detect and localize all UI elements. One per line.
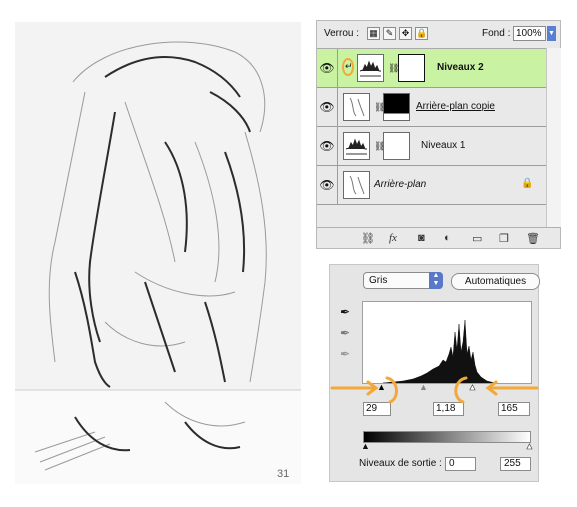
gray-eyedropper-icon[interactable]: ✒ <box>340 326 350 340</box>
white-eyedropper-icon[interactable]: ✒ <box>340 347 350 361</box>
output-white-slider[interactable]: ▲ <box>525 441 535 452</box>
layer-lock-icon: 🔒 <box>521 178 534 189</box>
layer-name[interactable]: Niveaux 1 <box>421 140 465 151</box>
link-layers-icon[interactable]: ⛓ <box>361 232 375 245</box>
layers-toolbar: Verrou : ▦ ✎ ✥ 🔒 Fond : 100% ▼ <box>317 21 560 48</box>
layer-row[interactable]: 👁 ⛓ Niveaux 1 <box>317 127 546 166</box>
layers-scrollbar[interactable] <box>546 48 561 227</box>
output-levels-label: Niveaux de sortie : <box>359 458 442 469</box>
layers-list: 👁 ↵ ⛓ Niveaux 2 👁 ⛓ Arrière-plan copie 👁… <box>317 48 546 228</box>
lock-transparency-icon[interactable]: ▦ <box>367 27 380 40</box>
black-eyedropper-icon[interactable]: ✒ <box>340 305 350 319</box>
mask-thumbnail <box>383 93 410 121</box>
opacity-label: Fond : <box>482 28 511 39</box>
layer-row[interactable]: 👁 ⛓ Arrière-plan copie <box>317 88 546 127</box>
layer-name[interactable]: Arrière-plan copie <box>416 101 495 112</box>
output-black-field[interactable]: 0 <box>445 457 476 471</box>
layer-name[interactable]: Niveaux 2 <box>437 62 484 73</box>
layers-panel: Verrou : ▦ ✎ ✥ 🔒 Fond : 100% ▼ 👁 ↵ ⛓ Niv… <box>316 20 561 249</box>
mask-thumbnail <box>383 132 410 160</box>
visibility-eye-icon[interactable]: 👁 <box>317 127 338 165</box>
lock-label: Verrou : <box>324 28 360 39</box>
layer-row[interactable]: 👁 Arrière-plan 🔒 <box>317 166 546 205</box>
channel-value: Gris <box>369 275 388 286</box>
opacity-dropdown-icon[interactable]: ▼ <box>547 26 556 41</box>
lock-position-icon[interactable]: ✥ <box>399 27 412 40</box>
levels-adjustment-thumbnail <box>357 54 384 82</box>
lock-pixels-icon[interactable]: ✎ <box>383 27 396 40</box>
visibility-eye-icon[interactable]: 👁 <box>317 49 338 87</box>
layer-name[interactable]: Arrière-plan <box>374 179 426 190</box>
output-gradient <box>363 431 531 443</box>
layers-bottom-toolbar: ⛓ fx ◙ ◐ ▭ ❐ 🗑 <box>317 227 560 250</box>
visibility-eye-icon[interactable]: 👁 <box>317 166 338 204</box>
mask-thumbnail <box>398 54 425 82</box>
page-number: 31 <box>277 468 289 480</box>
visibility-eye-icon[interactable]: 👁 <box>317 88 338 126</box>
clipping-arrow-icon: ↵ <box>345 61 353 71</box>
adjustment-layer-icon[interactable]: ◐ <box>444 232 451 244</box>
lock-all-icon[interactable]: 🔒 <box>415 27 428 40</box>
sketch-thumbnail <box>343 93 370 121</box>
new-layer-icon[interactable]: ❐ <box>499 232 509 245</box>
channel-select[interactable]: Gris ▲ ▼ <box>363 272 443 289</box>
levels-adjustment-thumbnail <box>343 132 370 160</box>
trash-icon[interactable]: 🗑 <box>526 232 540 245</box>
layer-style-icon[interactable]: fx <box>389 232 397 244</box>
add-mask-icon[interactable]: ◙ <box>418 232 425 244</box>
auto-button[interactable]: Automatiques <box>451 273 540 290</box>
output-white-field[interactable]: 255 <box>500 457 531 471</box>
annotation-arrows <box>330 376 539 404</box>
sketch-image: 31 <box>15 22 301 484</box>
sketch-thumbnail <box>343 171 370 199</box>
layer-row[interactable]: 👁 ↵ ⛓ Niveaux 2 <box>317 49 546 88</box>
group-folder-icon[interactable]: ▭ <box>472 232 482 245</box>
updown-arrows-icon: ▲ ▼ <box>429 272 443 289</box>
output-black-slider[interactable]: ▲ <box>361 441 370 451</box>
opacity-field[interactable]: 100% <box>513 26 546 41</box>
